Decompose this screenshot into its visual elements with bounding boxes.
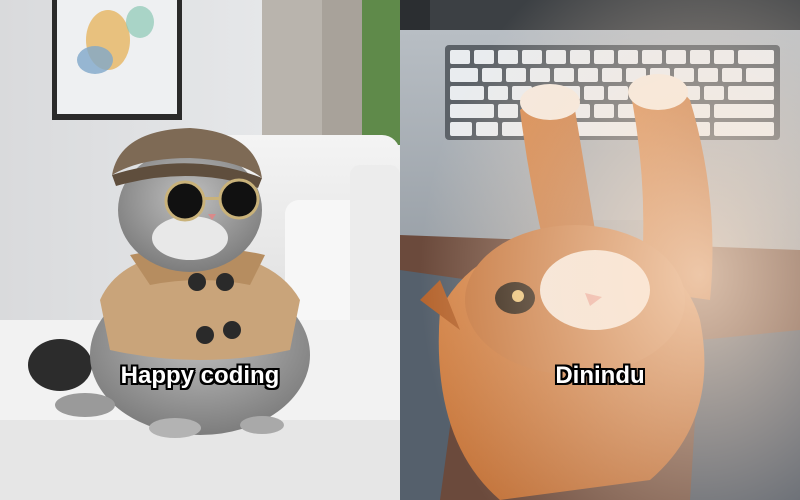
right-photo-panel: Dinindu <box>400 0 800 500</box>
curtain <box>262 0 322 150</box>
wall-picture-frame <box>52 0 182 120</box>
cat-tail <box>28 339 92 391</box>
right-caption: Dinindu <box>555 362 645 389</box>
left-caption: Happy coding <box>120 362 280 389</box>
left-photo-panel: Happy coding <box>0 0 400 500</box>
right-photo <box>400 0 800 500</box>
left-photo <box>0 0 400 500</box>
window-greenery <box>362 0 400 145</box>
